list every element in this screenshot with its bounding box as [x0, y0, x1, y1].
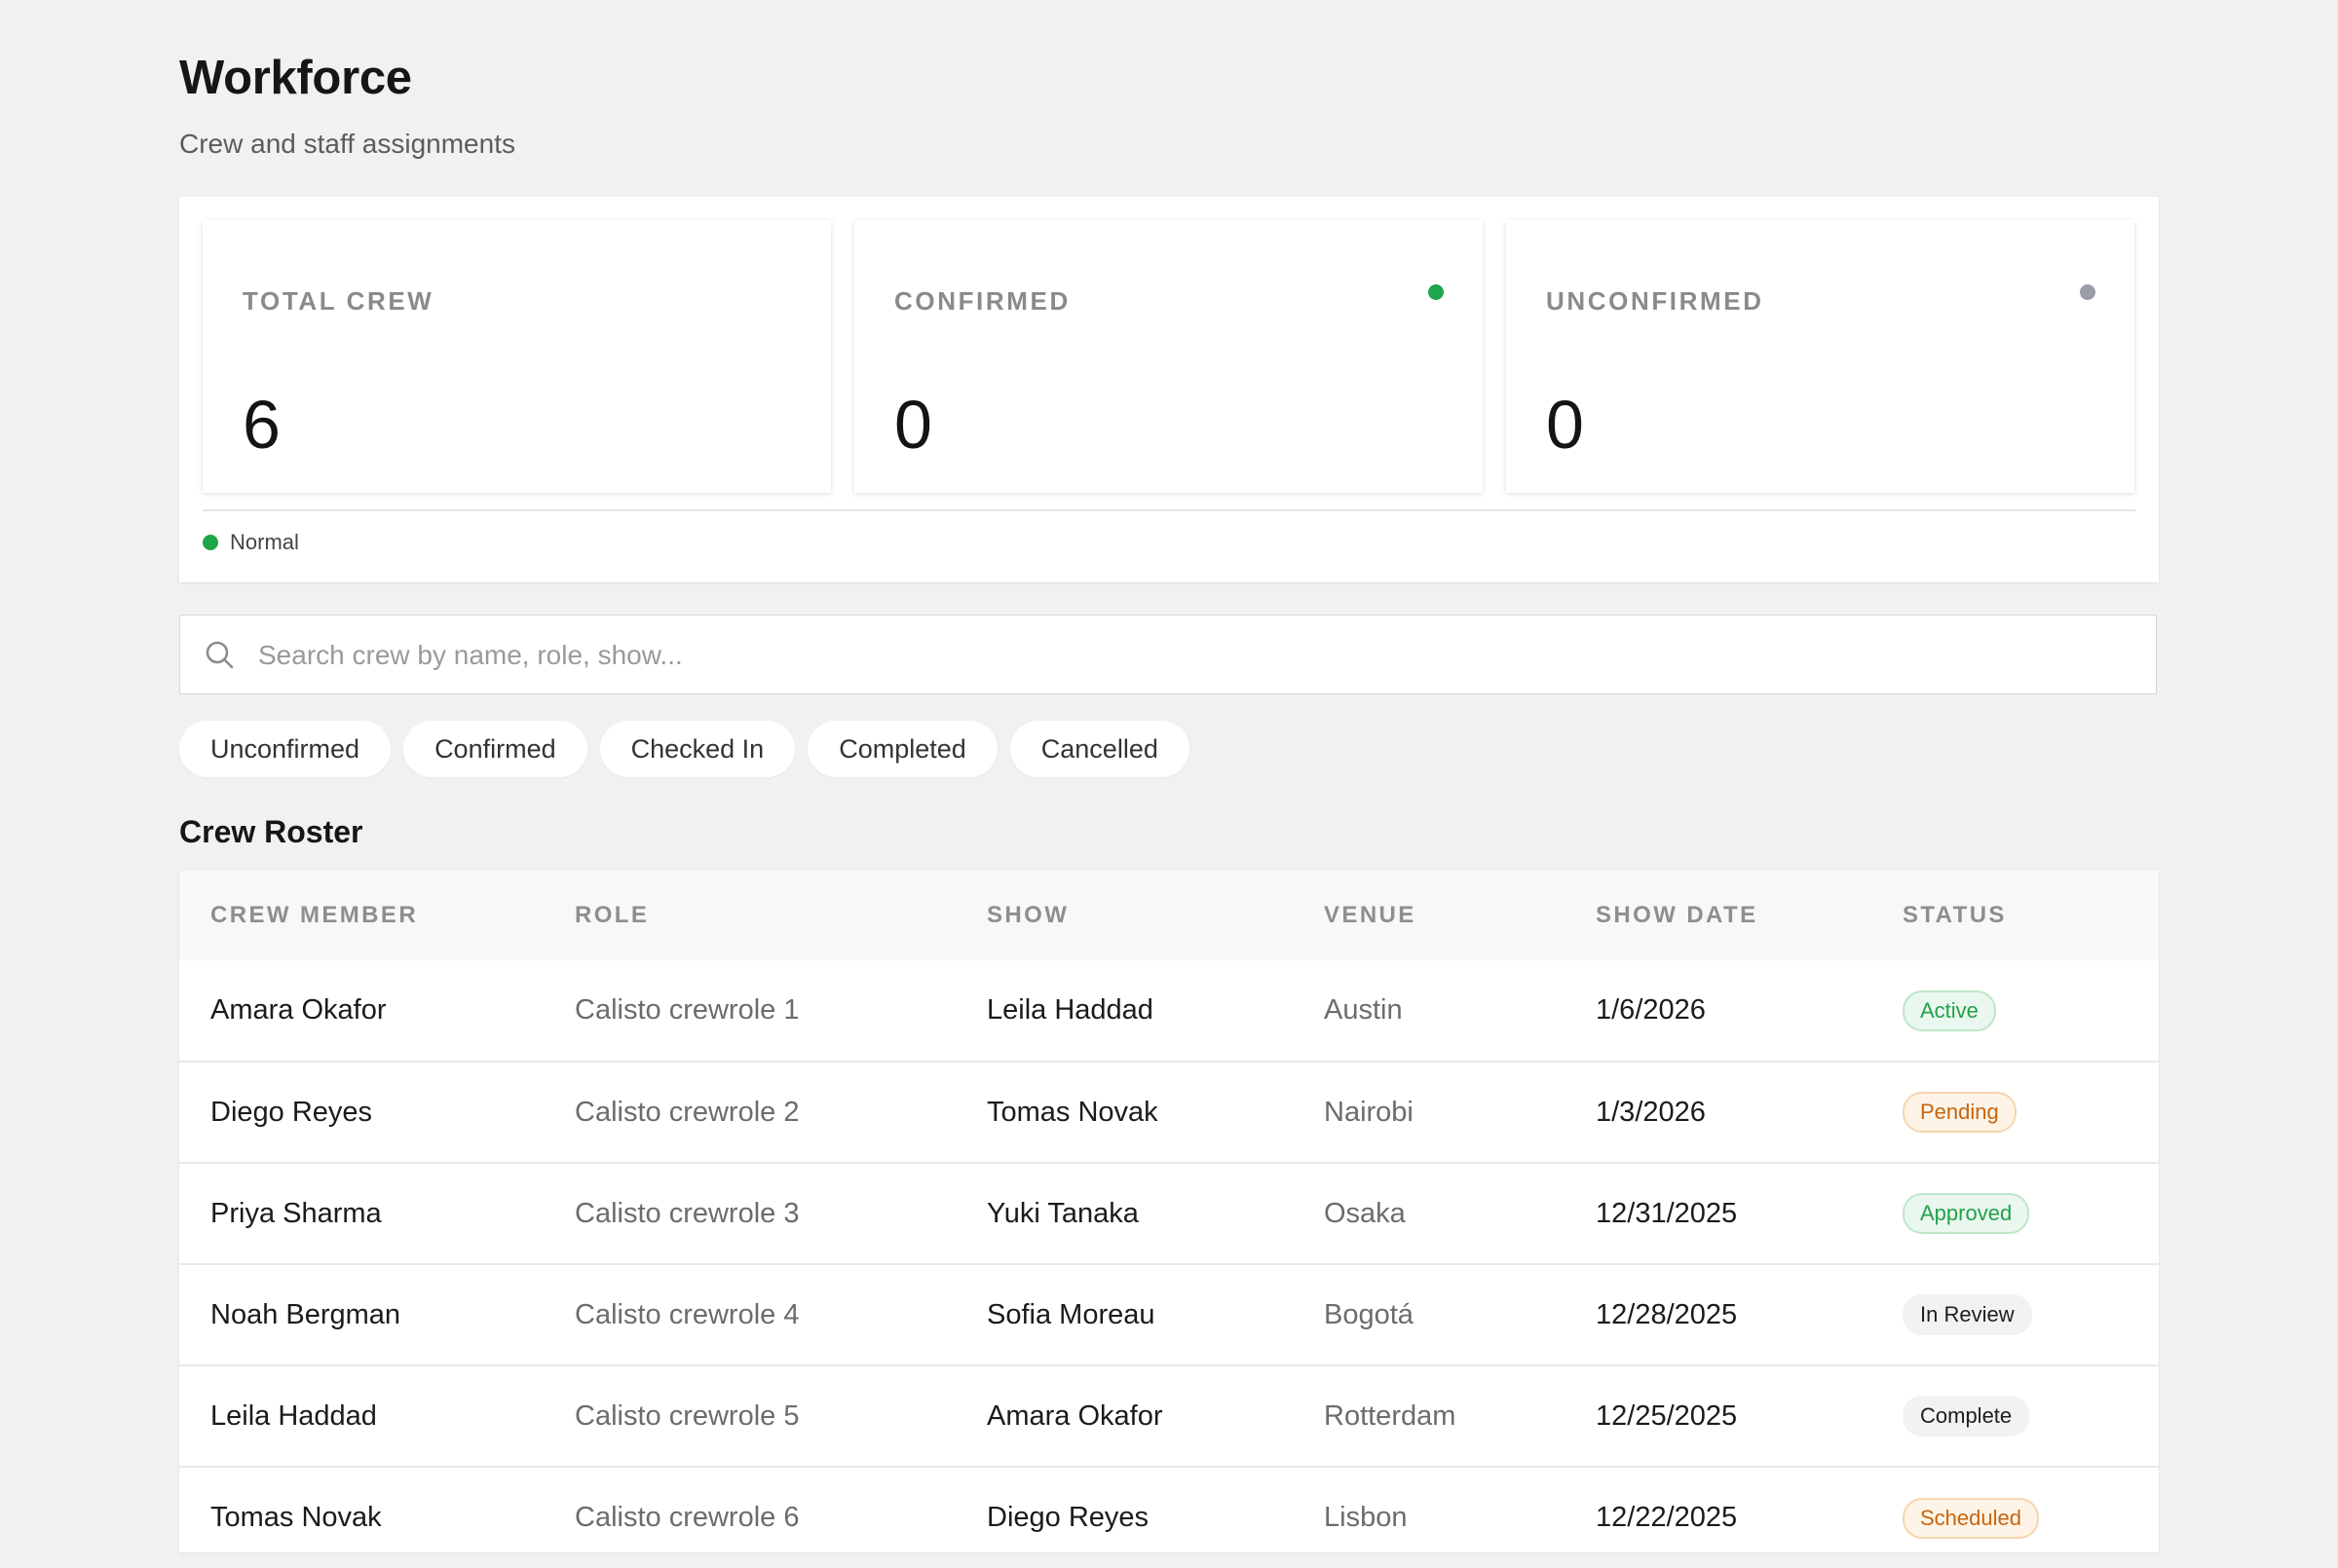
stat-card-total-crew: TOTAL CREW 6 [203, 220, 831, 493]
status-badge: Active [1903, 989, 1996, 1031]
cell-status: Complete [1903, 1365, 2159, 1467]
column-header[interactable]: SHOW [987, 871, 1324, 960]
table-row[interactable]: Tomas Novak Calisto crewrole 6 Diego Rey… [179, 1467, 2159, 1568]
cell-role: Calisto crewrole 6 [575, 1502, 800, 1533]
cell-status: In Review [1903, 1264, 2159, 1365]
cell-crew-member: Priya Sharma [210, 1197, 382, 1229]
column-header[interactable]: STATUS [1903, 871, 2159, 960]
cell-role: Calisto crewrole 5 [575, 1400, 800, 1432]
stat-value: 0 [894, 387, 932, 463]
cell-status: Active [1903, 960, 2159, 1062]
stat-card-unconfirmed: UNCONFIRMED 0 [1506, 220, 2134, 493]
status-badge: Approved [1903, 1193, 2030, 1234]
table-row[interactable]: Diego Reyes Calisto crewrole 2 Tomas Nov… [179, 1062, 2159, 1163]
stat-card-confirmed: CONFIRMED 0 [854, 220, 1483, 493]
column-header[interactable]: VENUE [1324, 871, 1596, 960]
cell-venue: Osaka [1324, 1197, 1406, 1229]
stat-label: CONFIRMED [894, 286, 1071, 316]
table-row[interactable]: Leila Haddad Calisto crewrole 5 Amara Ok… [179, 1365, 2159, 1467]
filter-chips: Unconfirmed Confirmed Checked In Complet… [179, 721, 1189, 777]
cell-show-date: 12/22/2025 [1596, 1502, 1738, 1533]
search-box[interactable] [179, 615, 2157, 695]
cell-venue: Bogotá [1324, 1298, 1414, 1330]
cell-crew-member: Noah Bergman [210, 1298, 401, 1330]
cell-venue: Rotterdam [1324, 1400, 1456, 1432]
cell-show-date: 12/25/2025 [1596, 1400, 1738, 1432]
page-title: Workforce [179, 52, 412, 104]
table-row[interactable]: Amara Okafor Calisto crewrole 1 Leila Ha… [179, 960, 2159, 1062]
page-subtitle: Crew and staff assignments [179, 129, 515, 159]
cell-show-date: 12/31/2025 [1596, 1197, 1738, 1229]
column-header[interactable]: SHOW DATE [1596, 871, 1903, 960]
filter-chip-unconfirmed[interactable]: Unconfirmed [179, 721, 392, 777]
stat-label: UNCONFIRMED [1546, 286, 1764, 316]
table-row[interactable]: Noah Bergman Calisto crewrole 4 Sofia Mo… [179, 1264, 2159, 1365]
cell-crew-member: Amara Okafor [210, 994, 387, 1026]
search-icon [206, 641, 234, 669]
cell-show-date: 12/28/2025 [1596, 1298, 1738, 1330]
filter-chip-checked-in[interactable]: Checked In [599, 721, 796, 777]
cell-status: Pending [1903, 1062, 2159, 1163]
cell-crew-member: Leila Haddad [210, 1400, 377, 1432]
cell-venue: Nairobi [1324, 1096, 1414, 1128]
search-input[interactable] [256, 616, 2111, 695]
table-header-row: CREW MEMBER ROLE SHOW VENUE SHOW DATE ST… [179, 871, 2159, 960]
cell-crew-member: Diego Reyes [210, 1096, 373, 1128]
column-header[interactable]: ROLE [575, 871, 987, 960]
cell-show-date: 1/3/2026 [1596, 1096, 1706, 1128]
status-badge: Scheduled [1903, 1497, 2039, 1539]
filter-chip-completed[interactable]: Completed [808, 721, 998, 777]
status-dot-icon [1428, 284, 1444, 300]
stats-panel: TOTAL CREW 6 CONFIRMED 0 UNCONFIRMED 0 N… [179, 197, 2159, 582]
table-row[interactable]: Priya Sharma Calisto crewrole 3 Yuki Tan… [179, 1163, 2159, 1264]
legend: Normal [203, 530, 299, 555]
stat-value: 6 [243, 387, 281, 463]
cell-show: Diego Reyes [987, 1502, 1150, 1533]
cell-role: Calisto crewrole 1 [575, 994, 800, 1026]
cell-show: Leila Haddad [987, 994, 1153, 1026]
cell-show: Yuki Tanaka [987, 1197, 1139, 1229]
filter-chip-confirmed[interactable]: Confirmed [403, 721, 587, 777]
status-badge: Pending [1903, 1092, 2017, 1133]
stat-value: 0 [1546, 387, 1584, 463]
cell-show-date: 1/6/2026 [1596, 994, 1706, 1026]
column-header[interactable]: CREW MEMBER [179, 871, 575, 960]
cell-venue: Austin [1324, 994, 1403, 1026]
cell-role: Calisto crewrole 4 [575, 1298, 800, 1330]
filter-chip-cancelled[interactable]: Cancelled [1009, 721, 1189, 777]
cell-status: Approved [1903, 1163, 2159, 1264]
legend-label: Normal [230, 530, 299, 554]
cell-role: Calisto crewrole 3 [575, 1197, 800, 1229]
cell-show: Tomas Novak [987, 1096, 1158, 1128]
cell-crew-member: Tomas Novak [210, 1502, 382, 1533]
cell-status: Scheduled [1903, 1467, 2159, 1568]
cell-venue: Lisbon [1324, 1502, 1408, 1533]
cell-show: Amara Okafor [987, 1400, 1163, 1432]
divider [203, 509, 2135, 511]
cell-role: Calisto crewrole 2 [575, 1096, 800, 1128]
section-title: Crew Roster [179, 814, 363, 849]
legend-dot-icon [203, 535, 218, 550]
cell-show: Sofia Moreau [987, 1298, 1155, 1330]
status-dot-icon [2080, 284, 2095, 300]
status-badge: In Review [1903, 1294, 2032, 1335]
stat-label: TOTAL CREW [243, 286, 434, 316]
status-badge: Complete [1903, 1396, 2030, 1437]
crew-roster-table: CREW MEMBER ROLE SHOW VENUE SHOW DATE ST… [179, 871, 2159, 1552]
